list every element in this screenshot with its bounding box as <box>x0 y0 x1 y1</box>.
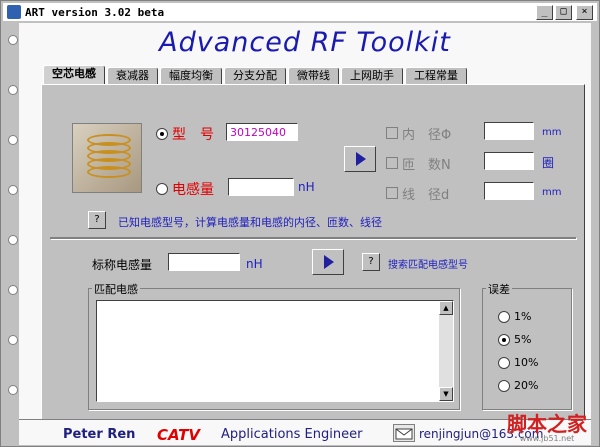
binder-hole <box>8 185 18 195</box>
tolerance-10-radio[interactable] <box>498 357 510 369</box>
footer: Peter Ren CATV Applications Engineer ren… <box>19 424 591 445</box>
calc-hint-text: 已知电感型号，计算电感量和电感的内径、匝数、线径 <box>118 216 382 229</box>
scrollbar[interactable]: ▲ ▼ <box>439 301 453 401</box>
close-button[interactable]: × <box>576 5 593 20</box>
turns-label: 匝 数N <box>402 158 451 173</box>
mail-icon[interactable] <box>393 424 415 442</box>
watermark-text: 脚本之家 <box>507 412 587 436</box>
binder-hole <box>8 385 18 395</box>
tolerance-1-label: 1% <box>514 310 532 323</box>
scroll-up-icon[interactable]: ▲ <box>439 301 453 315</box>
tab-splitter-tap[interactable]: 分支分配 <box>224 67 286 85</box>
wire-diameter-checkbox[interactable] <box>386 187 398 199</box>
inner-diameter-input[interactable] <box>484 122 534 140</box>
app-icon <box>7 5 21 19</box>
maximize-button[interactable]: □ <box>555 5 572 20</box>
nominal-inductance-label: 标称电感量 <box>92 258 153 272</box>
turns-unit: 圈 <box>542 156 555 170</box>
wire-diameter-input[interactable] <box>484 182 534 200</box>
app-window: ART version 3.02 beta _ □ × Advanced RF … <box>0 0 600 447</box>
nominal-inductance-input[interactable] <box>168 253 240 271</box>
role-text: Applications Engineer <box>221 427 363 442</box>
inductor-panel: 型 号 30125040 电感量 nH 内 径Φ mm 匝 数N 圈 线 径d … <box>41 84 585 420</box>
binder-hole <box>8 285 18 295</box>
nominal-inductance-unit: nH <box>246 257 263 271</box>
binder-hole <box>8 85 18 95</box>
app-title: Advanced RF Toolkit <box>159 27 451 58</box>
binder-hole <box>8 235 18 245</box>
tolerance-5-radio[interactable] <box>498 334 510 346</box>
search-hint-text: 搜索匹配电感型号 <box>388 260 468 271</box>
footer-divider <box>19 419 591 420</box>
inner-diameter-checkbox[interactable] <box>386 127 398 139</box>
binder-holes <box>5 23 19 443</box>
match-group-label: 匹配电感 <box>92 281 140 297</box>
tab-amplitude-equalizer[interactable]: 幅度均衡 <box>160 67 222 85</box>
tolerance-1-radio[interactable] <box>498 311 510 323</box>
author-name: Peter Ren <box>63 427 136 442</box>
watermark: 脚本之家 www.jb51.net <box>507 414 587 443</box>
tab-air-core-inductor[interactable]: 空芯电感 <box>43 65 105 85</box>
inductance-input[interactable] <box>228 178 294 196</box>
inner-diameter-unit: mm <box>542 127 562 138</box>
inner-diameter-label: 内 径Φ <box>402 128 452 143</box>
scroll-down-icon[interactable]: ▼ <box>439 387 453 401</box>
catv-logo: CATV <box>157 426 201 444</box>
notebook-page: Advanced RF Toolkit 空芯电感 衰减器 幅度均衡 分支分配 微… <box>19 23 591 445</box>
wire-diameter-unit: mm <box>542 187 562 198</box>
minimize-button[interactable]: _ <box>536 5 553 20</box>
title-bar[interactable]: ART version 3.02 beta _ □ × <box>3 3 597 21</box>
inductance-unit: nH <box>298 180 315 194</box>
binder-hole <box>8 135 18 145</box>
help-icon[interactable]: ? <box>88 211 106 229</box>
turns-input[interactable] <box>484 152 534 170</box>
match-result-box[interactable]: ▲ ▼ <box>96 300 454 402</box>
search-help-icon[interactable]: ? <box>362 253 380 271</box>
binder-hole <box>8 335 18 345</box>
tolerance-20-radio[interactable] <box>498 380 510 392</box>
tolerance-10-label: 10% <box>514 356 539 369</box>
tolerance-group-label: 误差 <box>486 281 512 297</box>
inductance-radio[interactable] <box>156 183 168 195</box>
inductance-label: 电感量 <box>172 182 214 198</box>
tab-attenuator[interactable]: 衰减器 <box>107 67 158 85</box>
model-label: 型 号 <box>172 127 214 143</box>
inductor-coil-image <box>72 123 142 193</box>
tolerance-20-label: 20% <box>514 379 539 392</box>
tab-internet-helper[interactable]: 上网助手 <box>341 67 403 85</box>
tab-engineering-constants[interactable]: 工程常量 <box>405 67 467 85</box>
wire-diameter-label: 线 径d <box>402 188 450 203</box>
window-title: ART version 3.02 beta <box>25 5 165 19</box>
model-radio[interactable] <box>156 128 168 140</box>
binder-hole <box>8 35 18 45</box>
turns-checkbox[interactable] <box>386 157 398 169</box>
search-button[interactable] <box>312 249 344 275</box>
calculate-button[interactable] <box>344 146 376 172</box>
tab-microstrip[interactable]: 微带线 <box>288 67 339 85</box>
tolerance-5-label: 5% <box>514 333 532 346</box>
model-input[interactable]: 30125040 <box>226 123 298 141</box>
divider <box>50 237 576 239</box>
tab-strip: 空芯电感 衰减器 幅度均衡 分支分配 微带线 上网助手 工程常量 <box>43 65 469 85</box>
